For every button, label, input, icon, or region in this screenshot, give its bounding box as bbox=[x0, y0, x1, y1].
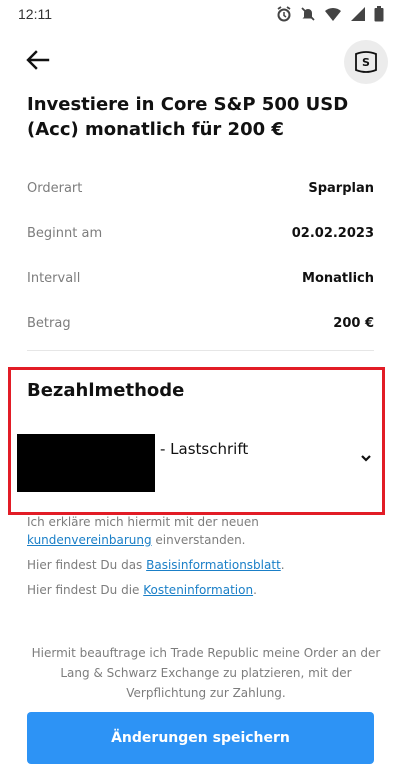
detail-label: Orderart bbox=[27, 181, 83, 196]
detail-value: 200 € bbox=[333, 316, 374, 331]
kid-text: Hier findest Du das Basisinformationsbla… bbox=[27, 556, 285, 574]
detail-value: Sparplan bbox=[308, 181, 374, 196]
status-bar: 12:11 bbox=[0, 0, 412, 30]
detail-label: Beginnt am bbox=[27, 226, 103, 241]
status-icons bbox=[276, 6, 384, 26]
payment-dropdown-toggle[interactable] bbox=[358, 449, 374, 462]
detail-row-amount: Betrag 200 € bbox=[27, 316, 374, 338]
alarm-icon bbox=[276, 6, 292, 26]
battery-icon bbox=[374, 6, 384, 26]
agreement-prefix: Ich erkläre mich hiermit mit der neuen bbox=[27, 515, 259, 529]
redacted-account bbox=[17, 434, 155, 492]
kid-link[interactable]: Basisinformationsblatt bbox=[146, 558, 281, 572]
kid-prefix: Hier findest Du das bbox=[27, 558, 147, 572]
agreement-text: Ich erkläre mich hiermit mit der neuen k… bbox=[27, 513, 259, 549]
back-button[interactable] bbox=[24, 46, 56, 74]
wifi-icon bbox=[324, 6, 342, 26]
agreement-suffix: einverstanden. bbox=[151, 533, 246, 547]
signal-icon bbox=[350, 6, 366, 26]
detail-label: Intervall bbox=[27, 271, 81, 286]
payment-heading: Bezahlmethode bbox=[27, 380, 185, 401]
divider bbox=[27, 350, 374, 351]
arrow-left-icon bbox=[26, 50, 50, 70]
save-changes-button[interactable]: Änderungen speichern bbox=[27, 712, 374, 764]
mute-icon bbox=[300, 6, 316, 26]
payment-method-select[interactable]: - Lastschrift bbox=[160, 440, 248, 458]
detail-row-order-type: Orderart Sparplan bbox=[27, 181, 374, 203]
detail-row-start-date: Beginnt am 02.02.2023 bbox=[27, 226, 374, 248]
cost-info-prefix: Hier findest Du die bbox=[27, 583, 144, 597]
savings-icon-letter: S bbox=[362, 56, 370, 69]
savings-plan-button[interactable]: S bbox=[344, 40, 388, 84]
status-time: 12:11 bbox=[18, 6, 52, 22]
chevron-down-icon bbox=[361, 455, 371, 462]
savings-plan-icon: S bbox=[355, 51, 377, 73]
kid-suffix: . bbox=[280, 558, 285, 572]
detail-label: Betrag bbox=[27, 316, 71, 331]
order-disclaimer: Hiermit beauftrage ich Trade Republic me… bbox=[31, 646, 381, 700]
cost-info-suffix: . bbox=[253, 583, 257, 597]
detail-row-interval: Intervall Monatlich bbox=[27, 271, 374, 293]
page-title: Investiere in Core S&P 500 USD (Acc) mon… bbox=[27, 94, 349, 140]
detail-value: Monatlich bbox=[302, 271, 374, 286]
cost-info-text: Hier findest Du die Kosteninformation. bbox=[27, 581, 257, 599]
cost-info-link[interactable]: Kosteninformation bbox=[143, 583, 253, 597]
customer-agreement-link[interactable]: kundenvereinbarung bbox=[27, 533, 152, 547]
detail-value: 02.02.2023 bbox=[291, 226, 374, 241]
